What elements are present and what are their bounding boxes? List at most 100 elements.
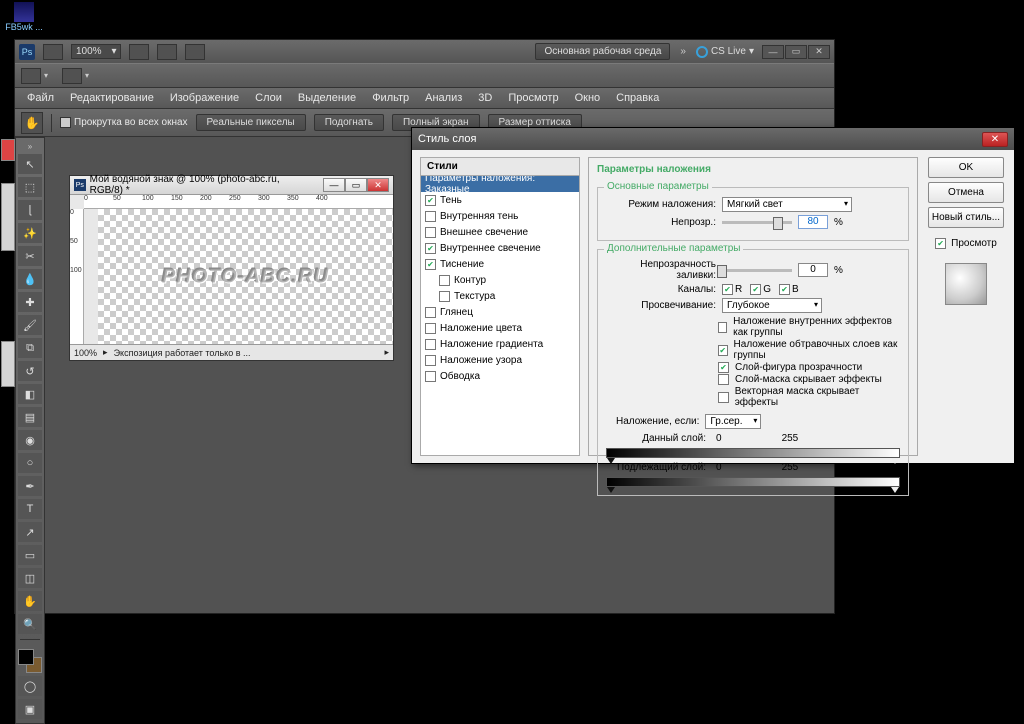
path-tool[interactable]: ↗ bbox=[18, 522, 42, 542]
effect-row-9[interactable]: ✔Наложение цвета bbox=[421, 320, 579, 336]
type-tool[interactable]: T bbox=[18, 499, 42, 519]
adv-option-1[interactable]: ✔Наложение обтравочных слоев как группы bbox=[718, 339, 900, 361]
3d-tool[interactable]: ◫ bbox=[18, 568, 42, 588]
effect-row-6[interactable]: ✔Контур bbox=[421, 272, 579, 288]
effect-row-7[interactable]: ✔Текстура bbox=[421, 288, 579, 304]
effect-checkbox[interactable]: ✔ bbox=[425, 259, 436, 270]
actual-pixels-button[interactable]: Реальные пикселы bbox=[196, 114, 306, 131]
dodge-tool[interactable]: ○ bbox=[18, 453, 42, 473]
fill-opacity-input[interactable]: 0 bbox=[798, 263, 828, 277]
status-info[interactable]: Экспозиция работает только в ... bbox=[114, 348, 251, 358]
effect-checkbox[interactable]: ✔ bbox=[425, 195, 436, 206]
status-zoom[interactable]: 100% bbox=[74, 348, 97, 358]
lasso-tool[interactable]: ɭ bbox=[18, 200, 42, 220]
effect-row-5[interactable]: ✔Тиснение bbox=[421, 256, 579, 272]
effect-checkbox[interactable]: ✔ bbox=[425, 211, 436, 222]
effect-row-0[interactable]: Параметры наложения: Заказные bbox=[421, 176, 579, 192]
menu-select[interactable]: Выделение bbox=[292, 90, 362, 106]
effect-row-10[interactable]: ✔Наложение градиента bbox=[421, 336, 579, 352]
effect-checkbox[interactable]: ✔ bbox=[425, 323, 436, 334]
maximize-button[interactable]: ▭ bbox=[785, 45, 807, 59]
effect-checkbox[interactable]: ✔ bbox=[425, 307, 436, 318]
desktop-shortcut[interactable]: FB5wk ... bbox=[0, 0, 48, 30]
channel-r[interactable]: ✔R bbox=[722, 284, 742, 295]
effect-checkbox[interactable]: ✔ bbox=[425, 227, 436, 238]
marquee-tool[interactable]: ⬚ bbox=[18, 177, 42, 197]
view-icon-2[interactable] bbox=[157, 44, 177, 60]
effect-row-2[interactable]: ✔Внутренняя тень bbox=[421, 208, 579, 224]
heal-tool[interactable]: ✚ bbox=[18, 292, 42, 312]
effect-row-11[interactable]: ✔Наложение узора bbox=[421, 352, 579, 368]
shape-tool[interactable]: ▭ bbox=[18, 545, 42, 565]
ok-button[interactable]: OK bbox=[928, 157, 1004, 178]
move-tool[interactable]: ↖ bbox=[18, 154, 42, 174]
left-panel-tab-1[interactable] bbox=[1, 139, 15, 161]
quick-mask-icon[interactable]: ◯ bbox=[18, 676, 42, 696]
preview-checkbox[interactable]: ✔Просмотр bbox=[935, 238, 997, 249]
channel-b[interactable]: ✔B bbox=[779, 284, 799, 295]
knockout-select[interactable]: Глубокое bbox=[722, 298, 822, 313]
titlebar-tool-icon[interactable] bbox=[43, 44, 63, 60]
adv-option-0[interactable]: Наложение внутренних эффектов как группы bbox=[718, 316, 900, 338]
history-brush-tool[interactable]: ↺ bbox=[18, 361, 42, 381]
wand-tool[interactable]: ✨ bbox=[18, 223, 42, 243]
workspace-more-icon[interactable]: » bbox=[678, 46, 688, 57]
opacity-slider[interactable] bbox=[722, 221, 792, 224]
left-panel-tab-2[interactable] bbox=[1, 183, 15, 251]
menu-image[interactable]: Изображение bbox=[164, 90, 245, 106]
cs-live-button[interactable]: CS Live▾ bbox=[696, 46, 754, 58]
eraser-tool[interactable]: ◧ bbox=[18, 384, 42, 404]
zoom-tool[interactable]: 🔍 bbox=[18, 614, 42, 634]
new-style-button[interactable]: Новый стиль... bbox=[928, 207, 1004, 228]
blendif-select[interactable]: Гр.сер. bbox=[705, 414, 761, 429]
scroll-all-option[interactable]: Прокрутка во всех окнах bbox=[60, 117, 188, 128]
adv-option-2[interactable]: ✔Слой-фигура прозрачности bbox=[718, 362, 900, 373]
effect-checkbox[interactable]: ✔ bbox=[425, 355, 436, 366]
menu-3d[interactable]: 3D bbox=[472, 90, 498, 106]
effect-row-8[interactable]: ✔Глянец bbox=[421, 304, 579, 320]
doc-minimize-button[interactable]: — bbox=[323, 178, 345, 192]
document-titlebar[interactable]: Ps Мой водяной знак @ 100% (photo-abc.ru… bbox=[70, 176, 393, 195]
menu-view[interactable]: Просмотр bbox=[502, 90, 564, 106]
brush-tool[interactable]: 🖌 bbox=[18, 315, 42, 335]
effect-row-3[interactable]: ✔Внешнее свечение bbox=[421, 224, 579, 240]
view-icon-3[interactable] bbox=[185, 44, 205, 60]
screen-mode-tool-icon[interactable]: ▣ bbox=[18, 699, 42, 719]
zoom-dropdown[interactable]: 100% bbox=[71, 44, 121, 59]
menu-layer[interactable]: Слои bbox=[249, 90, 288, 106]
close-button[interactable]: ✕ bbox=[808, 45, 830, 59]
effect-checkbox[interactable]: ✔ bbox=[425, 339, 436, 350]
eyedropper-tool[interactable]: 💧 bbox=[18, 269, 42, 289]
menu-edit[interactable]: Редактирование bbox=[64, 90, 160, 106]
stamp-tool[interactable]: ⧉ bbox=[18, 338, 42, 358]
fit-screen-button[interactable]: Подогнать bbox=[314, 114, 384, 131]
channel-g[interactable]: ✔G bbox=[750, 284, 771, 295]
fill-opacity-slider[interactable] bbox=[722, 269, 792, 272]
menu-file[interactable]: Файл bbox=[21, 90, 60, 106]
effect-row-12[interactable]: ✔Обводка bbox=[421, 368, 579, 384]
adv-option-3[interactable]: Слой-маска скрывает эффекты bbox=[718, 374, 900, 385]
doc-maximize-button[interactable]: ▭ bbox=[345, 178, 367, 192]
under-layer-gradient[interactable] bbox=[606, 477, 900, 487]
menu-filter[interactable]: Фильтр bbox=[366, 90, 415, 106]
menu-analysis[interactable]: Анализ bbox=[419, 90, 468, 106]
effect-checkbox[interactable]: ✔ bbox=[439, 291, 450, 302]
minimize-button[interactable]: — bbox=[762, 45, 784, 59]
blend-mode-select[interactable]: Мягкий свет bbox=[722, 197, 852, 212]
menu-window[interactable]: Окно bbox=[569, 90, 607, 106]
this-layer-gradient[interactable] bbox=[606, 448, 900, 458]
crop-tool[interactable]: ✂ bbox=[18, 246, 42, 266]
cancel-button[interactable]: Отмена bbox=[928, 182, 1004, 203]
adv-option-4[interactable]: Векторная маска скрывает эффекты bbox=[718, 386, 900, 408]
effect-checkbox[interactable]: ✔ bbox=[425, 371, 436, 382]
effect-checkbox[interactable]: ✔ bbox=[425, 243, 436, 254]
hand-tool[interactable]: ✋ bbox=[18, 591, 42, 611]
canvas[interactable]: PHOTO-ABC.RU bbox=[98, 209, 393, 344]
workspace-button[interactable]: Основная рабочая среда bbox=[535, 43, 670, 60]
blur-tool[interactable]: ◉ bbox=[18, 430, 42, 450]
hand-tool-icon[interactable]: ✋ bbox=[21, 112, 43, 134]
screen-mode-icon[interactable] bbox=[62, 68, 82, 84]
opacity-input[interactable]: 80 bbox=[798, 215, 828, 229]
effect-row-4[interactable]: ✔Внутреннее свечение bbox=[421, 240, 579, 256]
gradient-tool[interactable]: ▤ bbox=[18, 407, 42, 427]
